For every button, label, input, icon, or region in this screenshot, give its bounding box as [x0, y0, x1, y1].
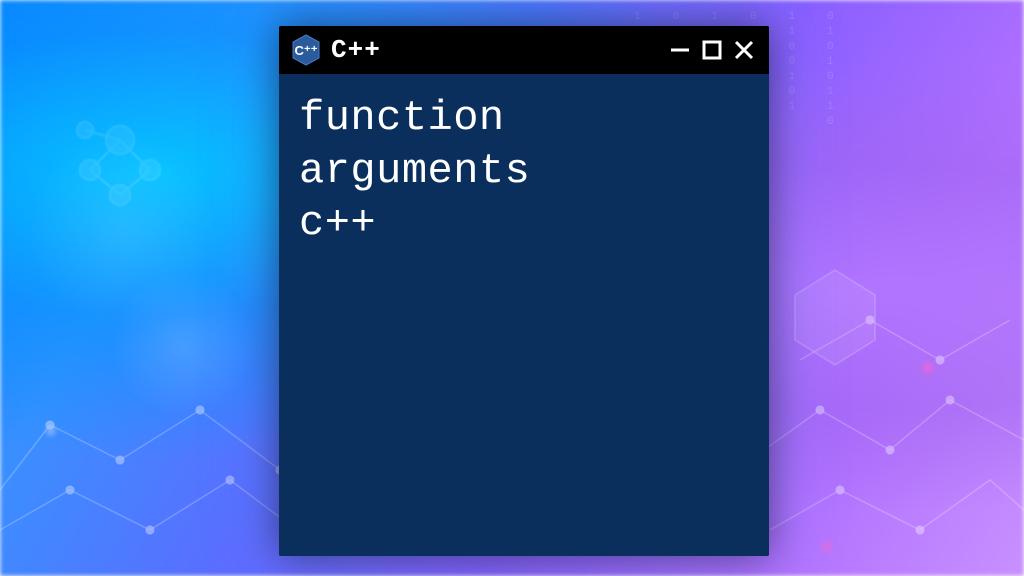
window-body: function arguments c++: [279, 74, 769, 556]
glow-dot: [920, 360, 936, 376]
svg-text:C⁺⁺: C⁺⁺: [294, 43, 317, 58]
terminal-content: function arguments c++: [299, 92, 749, 250]
maximize-button[interactable]: [699, 37, 725, 63]
window-title: C++: [331, 35, 657, 65]
window-controls: [667, 37, 757, 63]
cpp-icon: C⁺⁺: [291, 34, 321, 66]
glow-dot: [820, 540, 834, 554]
glow-dot: [45, 425, 57, 437]
minimize-button[interactable]: [667, 37, 693, 63]
window-titlebar[interactable]: C⁺⁺ C++: [279, 26, 769, 74]
close-button[interactable]: [731, 37, 757, 63]
terminal-window: C⁺⁺ C++ function arguments c++: [279, 26, 769, 556]
